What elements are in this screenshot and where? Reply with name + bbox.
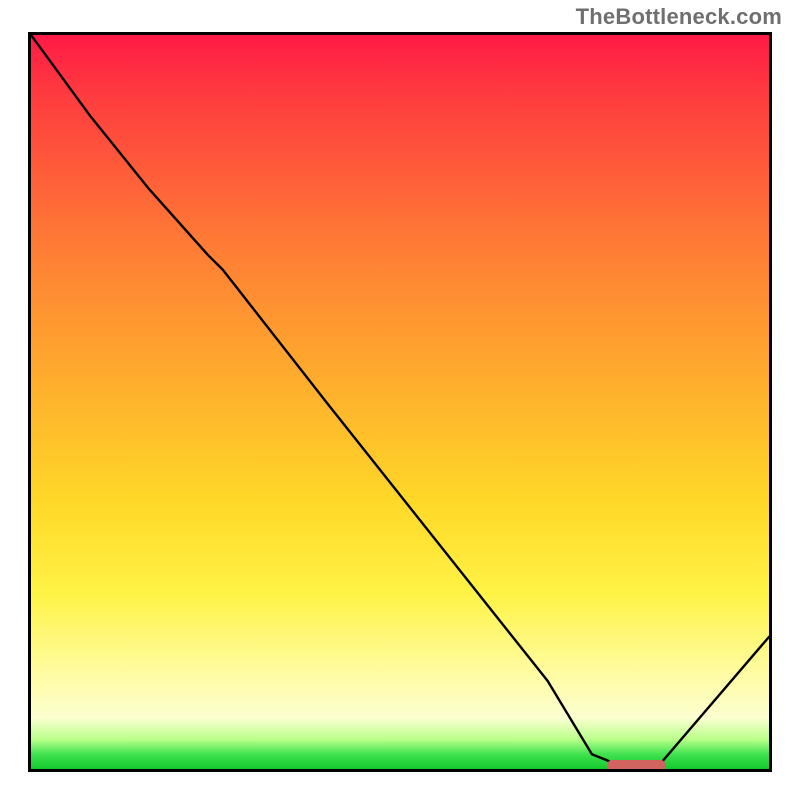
chart-container: TheBottleneck.com [0, 0, 800, 800]
watermark-text: TheBottleneck.com [576, 4, 782, 30]
bottleneck-curve [31, 35, 769, 769]
optimal-range-marker [607, 760, 666, 771]
plot-area [28, 32, 772, 772]
